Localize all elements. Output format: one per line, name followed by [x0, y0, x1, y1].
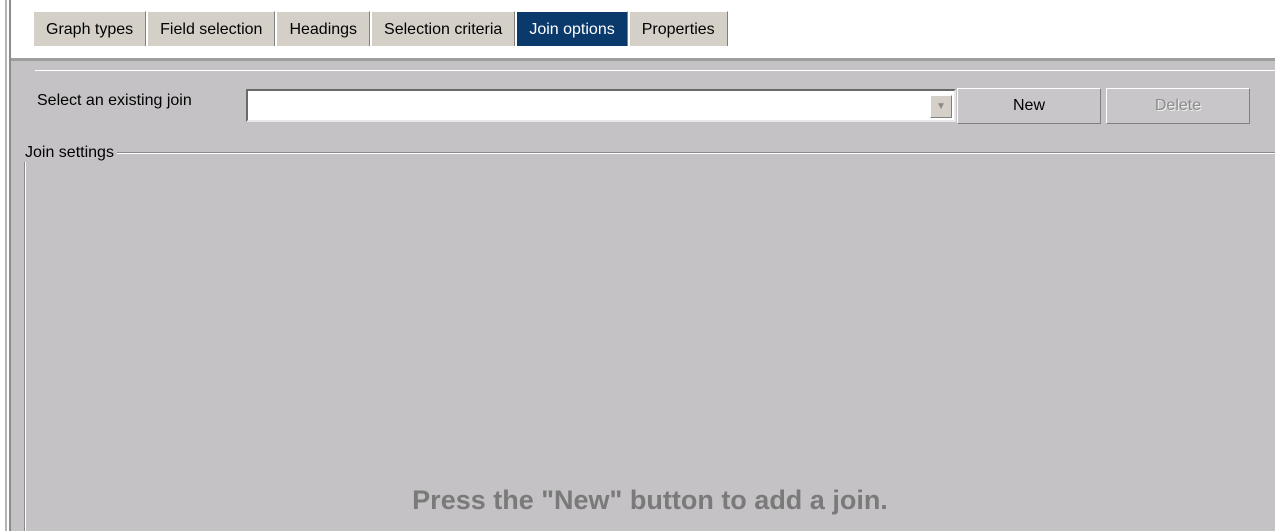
tab-strip: Graph types Field selection Headings Sel… [11, 0, 1275, 58]
join-settings-group [24, 152, 1275, 531]
window-left-edge [0, 0, 11, 531]
tab-selection-criteria[interactable]: Selection criteria [371, 11, 516, 46]
tab-field-selection[interactable]: Field selection [147, 11, 276, 46]
join-settings-title: Join settings [23, 144, 117, 162]
existing-join-select[interactable]: ▼ [246, 89, 956, 122]
tab-graph-types[interactable]: Graph types [33, 11, 147, 46]
new-join-button[interactable]: New [957, 88, 1101, 124]
tab-join-options[interactable]: Join options [516, 11, 628, 46]
tab-headings[interactable]: Headings [276, 11, 371, 46]
tab-properties[interactable]: Properties [628, 11, 728, 46]
join-options-panel: Select an existing join ▼ New Delete Joi… [11, 58, 1275, 531]
tab-row: Graph types Field selection Headings Sel… [33, 11, 729, 47]
chevron-down-icon[interactable]: ▼ [930, 95, 952, 118]
panel-divider [35, 70, 1275, 71]
select-join-label: Select an existing join [37, 92, 192, 109]
add-join-hint: Press the "New" button to add a join. [412, 485, 888, 515]
delete-join-button: Delete [1106, 88, 1250, 124]
